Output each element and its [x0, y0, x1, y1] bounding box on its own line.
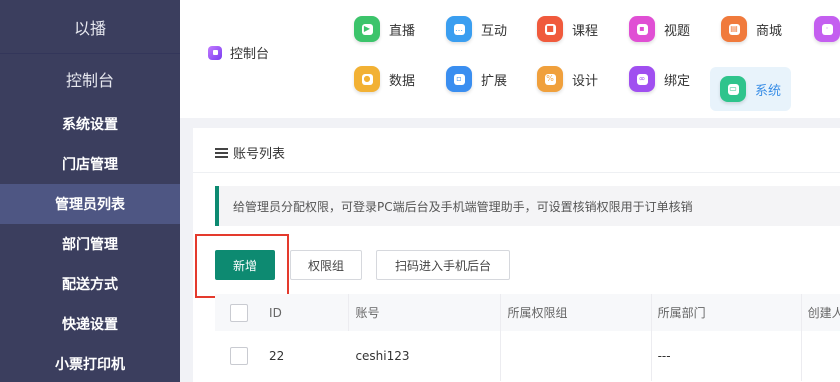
add-button[interactable]: 新增 — [215, 250, 275, 280]
shop-icon: ▤ — [721, 16, 747, 42]
nav-item-label: 设计 — [572, 73, 599, 89]
bind-icon: ∞ — [629, 66, 655, 92]
nav-item-system[interactable]: ▭ 系统 — [710, 67, 792, 111]
account-table: ID 账号 所属权限组 所属部门 创建人 22 ceshi123 --- — [215, 294, 840, 381]
notice-banner: 给管理员分配权限，可登录PC端后台及手机端管理助手，可设置核销权限用于订单核销 — [215, 186, 840, 226]
console-icon — [208, 45, 222, 60]
nav-item-label: 绑定 — [664, 73, 691, 89]
table-row[interactable]: 22 ceshi123 --- — [215, 331, 840, 381]
nav-item-live[interactable]: ▶ 直播 — [354, 16, 415, 42]
video-icon: ▪ — [629, 16, 655, 42]
header-checkbox-cell — [215, 294, 262, 331]
nav-home-label: 控制台 — [230, 47, 270, 62]
extend-icon: ▫ — [446, 66, 472, 92]
account-list-panel: 账号列表 给管理员分配权限，可登录PC端后台及手机端管理助手，可设置核销权限用于… — [193, 128, 840, 382]
nav-item-label: 数据 — [389, 73, 416, 89]
nav-item-label: 商城 — [756, 23, 783, 39]
design-icon: % — [537, 66, 563, 92]
data-icon: ● — [354, 66, 380, 92]
nav-item-label: 系统 — [755, 83, 782, 99]
row-account: ceshi123 — [355, 349, 410, 363]
select-all-checkbox[interactable] — [229, 303, 248, 322]
row-checkbox-cell — [215, 331, 262, 381]
nav-item-data[interactable]: ● 数据 — [354, 66, 415, 92]
sidebar-item-department[interactable]: 部门管理 — [0, 224, 180, 264]
nav-home[interactable]: 控制台 — [208, 43, 269, 62]
sidebar-item-receipt-printer[interactable]: 小票打印机 — [0, 344, 180, 382]
nav-item-course[interactable]: ■ 课程 — [537, 16, 598, 42]
sidebar-item-system-settings[interactable]: 系统设置 — [0, 104, 180, 144]
row-department: --- — [650, 331, 801, 381]
row-creator — [800, 331, 840, 381]
header-creator: 创建人 — [800, 294, 840, 331]
sidebar-header[interactable]: 控制台 — [0, 54, 180, 104]
app-icon: · — [814, 16, 840, 42]
sidebar: 以播 控制台 系统设置 门店管理 管理员列表 部门管理 配送方式 快递设置 小票… — [0, 0, 180, 382]
nav-item-bind[interactable]: ∞ 绑定 — [629, 66, 690, 92]
system-icon: ▭ — [720, 76, 746, 102]
nav-item-label: 课程 — [572, 23, 599, 39]
nav-item-design[interactable]: % 设计 — [537, 66, 598, 92]
live-icon: ▶ — [354, 16, 380, 42]
nav-item-label: 直播 — [389, 23, 416, 39]
nav-item-interact[interactable]: … 互动 — [446, 16, 507, 42]
top-nav: 控制台 ▶ 直播 … 互动 ■ 课程 ▪ 视题 ▤ 商城 · ● 数据 ▫ 扩展… — [180, 0, 840, 118]
nav-item-video[interactable]: ▪ 视题 — [629, 16, 690, 42]
header-account: 账号 — [348, 294, 500, 331]
sidebar-item-store-management[interactable]: 门店管理 — [0, 144, 180, 184]
list-icon — [215, 147, 228, 158]
row-id: 22 — [269, 349, 285, 363]
row-permission-group — [500, 331, 650, 381]
header-id: ID — [269, 305, 282, 320]
course-icon: ■ — [537, 16, 563, 42]
row-checkbox[interactable] — [229, 347, 248, 365]
divider — [193, 172, 840, 173]
nav-item-extra[interactable]: · — [814, 16, 840, 42]
nav-item-label: 扩展 — [481, 73, 508, 89]
chat-icon: … — [446, 16, 472, 42]
panel-title: 账号列表 — [215, 143, 285, 162]
sidebar-brand[interactable]: 以播 — [0, 0, 180, 54]
header-permission-group: 所属权限组 — [500, 294, 650, 331]
nav-item-label: 视题 — [664, 23, 691, 39]
permission-group-button[interactable]: 权限组 — [290, 250, 362, 280]
scan-mobile-backend-button[interactable]: 扫码进入手机后台 — [376, 250, 510, 280]
sidebar-item-express[interactable]: 快递设置 — [0, 304, 180, 344]
table-header: ID 账号 所属权限组 所属部门 创建人 — [215, 294, 840, 331]
sidebar-item-admin-list[interactable]: 管理员列表 — [0, 184, 180, 224]
nav-item-extend[interactable]: ▫ 扩展 — [446, 66, 507, 92]
panel-title-text: 账号列表 — [233, 147, 286, 162]
nav-item-label: 互动 — [481, 23, 508, 39]
header-department: 所属部门 — [650, 294, 801, 331]
sidebar-item-delivery[interactable]: 配送方式 — [0, 264, 180, 304]
nav-item-shop[interactable]: ▤ 商城 — [721, 16, 782, 42]
